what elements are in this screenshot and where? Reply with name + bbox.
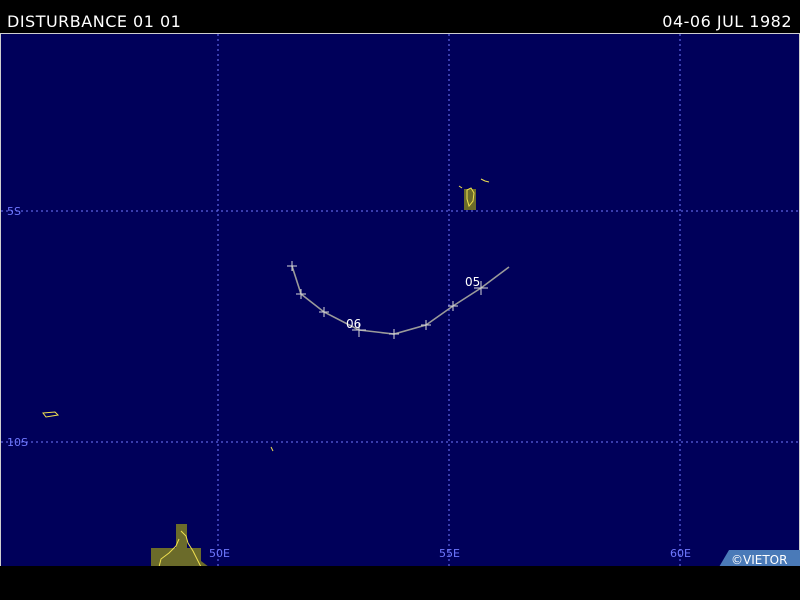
track-map: 5S 10S 50E 55E 60E 05 06 ©VIETOR (0, 33, 800, 567)
graticule (1, 34, 800, 567)
track-point (421, 320, 431, 330)
track-point (287, 261, 297, 271)
lon-label-60e: 60E (670, 547, 691, 560)
track-markers (287, 261, 488, 339)
header-bar: DISTURBANCE 01 01 04-06 JUL 1982 (0, 0, 800, 33)
lat-label-10s: 10S (7, 436, 28, 449)
track-point (389, 329, 399, 339)
footer-bar (0, 566, 800, 600)
map-canvas: 5S 10S 50E 55E 60E 05 06 ©VIETOR (1, 34, 800, 567)
lon-label-50e: 50E (209, 547, 230, 560)
land-block (151, 524, 209, 567)
date-range: 04-06 JUL 1982 (662, 12, 792, 31)
day-label-05: 05 (465, 275, 480, 289)
lat-label-5s: 5S (7, 205, 21, 218)
seychelles-islands (458, 178, 490, 210)
islet-2 (480, 178, 490, 183)
islet-1 (458, 185, 463, 189)
madagascar-land (151, 524, 209, 567)
day-label-06: 06 (346, 317, 361, 331)
storm-title: DISTURBANCE 01 01 (7, 12, 182, 31)
lon-label-55e: 55E (439, 547, 460, 560)
island-mahe-block (464, 189, 476, 210)
credit-badge: ©VIETOR (719, 550, 800, 567)
credit-text: ©VIETOR (731, 553, 787, 567)
atoll-west (42, 411, 60, 418)
atoll-small (270, 446, 274, 452)
storm-track: 05 06 (287, 261, 510, 339)
